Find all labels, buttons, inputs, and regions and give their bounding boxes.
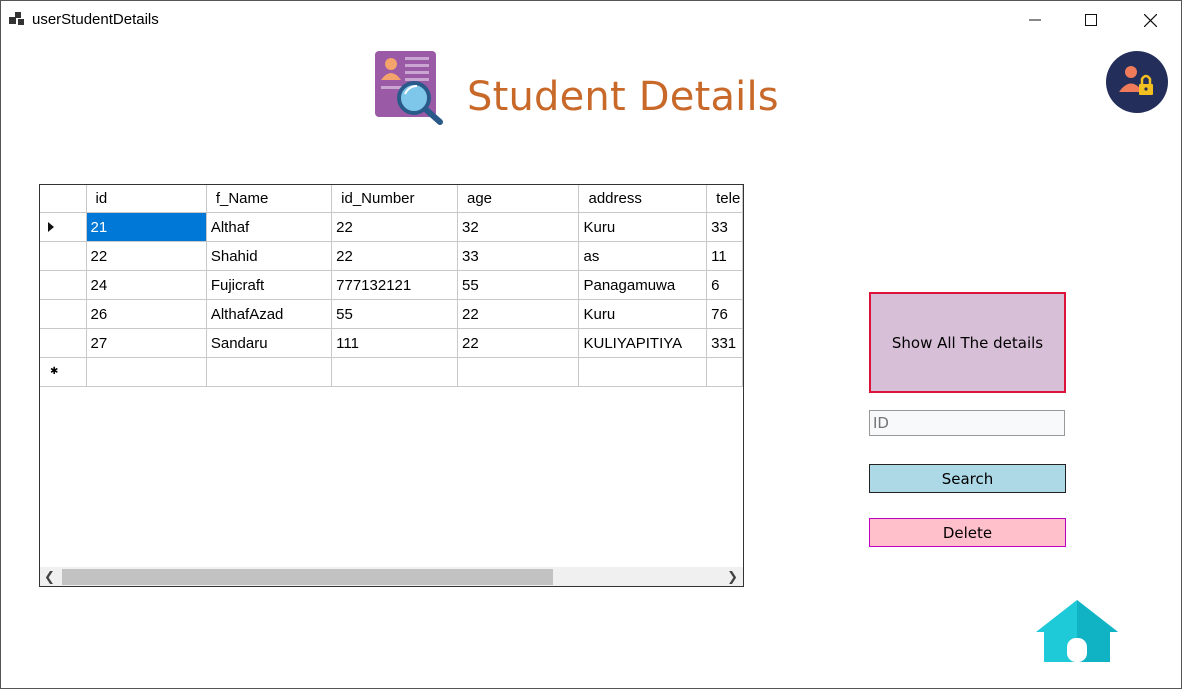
table-cell[interactable]: 33 — [706, 212, 743, 242]
table-cell[interactable]: Althaf — [206, 212, 333, 242]
id-search-input[interactable] — [869, 410, 1065, 436]
row-header[interactable]: ✱ — [40, 357, 87, 387]
row-header[interactable] — [40, 328, 87, 358]
row-header[interactable] — [40, 270, 87, 300]
grid-app-icon — [9, 12, 24, 25]
column-header-address[interactable]: address — [578, 185, 708, 213]
table-cell[interactable]: 22 — [457, 299, 580, 329]
table-cell[interactable]: Kuru — [578, 299, 708, 329]
student-data-grid[interactable]: id f_Name id_Number age address tele 21 … — [39, 184, 744, 587]
column-header-id[interactable]: id — [86, 185, 207, 213]
scroll-left-arrow-icon[interactable]: ❮ — [44, 569, 55, 585]
window-title: userStudentDetails — [32, 11, 159, 28]
new-row-cell[interactable] — [578, 357, 708, 387]
table-cell[interactable]: KULIYAPITIYA — [578, 328, 708, 358]
student-search-icon — [375, 51, 443, 125]
minimize-button[interactable] — [1006, 0, 1064, 40]
horizontal-scrollbar[interactable]: ❮ ❯ — [40, 567, 743, 586]
table-cell[interactable]: 22 — [86, 241, 207, 271]
home-icon[interactable] — [1034, 598, 1120, 664]
table-cell[interactable]: 24 — [86, 270, 207, 300]
table-cell[interactable]: Fujicraft — [206, 270, 333, 300]
table-cell[interactable]: Shahid — [206, 241, 333, 271]
table-cell[interactable]: 27 — [86, 328, 207, 358]
new-row-star-icon: ✱ — [50, 366, 59, 377]
table-cell[interactable]: 331 — [706, 328, 743, 358]
table-cell[interactable]: 55 — [331, 299, 458, 329]
table-cell[interactable]: 777132121 — [331, 270, 458, 300]
row-header[interactable] — [40, 241, 87, 271]
close-icon — [1143, 13, 1157, 27]
close-button[interactable] — [1121, 0, 1179, 40]
table-row[interactable]: 22 Shahid 22 33 as 11 — [40, 241, 743, 271]
table-cell[interactable]: as — [578, 241, 708, 271]
table-row[interactable]: 26 AlthafAzad 55 22 Kuru 76 — [40, 299, 743, 329]
table-row[interactable]: 24 Fujicraft 777132121 55 Panagamuwa 6 — [40, 270, 743, 300]
column-header-tele[interactable]: tele — [706, 185, 743, 213]
maximize-icon — [1085, 14, 1097, 26]
table-cell[interactable]: 22 — [331, 212, 458, 242]
row-header[interactable] — [40, 299, 87, 329]
title-bar: userStudentDetails — [0, 0, 1182, 40]
table-cell[interactable]: 22 — [457, 328, 580, 358]
delete-button[interactable]: Delete — [869, 518, 1066, 547]
show-all-details-button[interactable]: Show All The details — [869, 292, 1066, 393]
new-row-cell[interactable] — [706, 357, 743, 387]
scrollbar-thumb[interactable] — [62, 569, 553, 585]
scroll-right-arrow-icon[interactable]: ❯ — [727, 569, 738, 585]
table-cell[interactable]: 111 — [331, 328, 458, 358]
table-cell[interactable]: Panagamuwa — [578, 270, 708, 300]
new-row-cell[interactable] — [331, 357, 458, 387]
new-row-cell[interactable] — [86, 357, 207, 387]
table-cell[interactable]: 32 — [457, 212, 580, 242]
table-cell[interactable]: 33 — [457, 241, 580, 271]
maximize-button[interactable] — [1062, 0, 1120, 40]
table-cell[interactable]: 21 — [86, 212, 207, 242]
table-cell[interactable]: AlthafAzad — [206, 299, 333, 329]
search-button[interactable]: Search — [869, 464, 1066, 493]
table-cell[interactable]: Sandaru — [206, 328, 333, 358]
new-row-cell[interactable] — [206, 357, 333, 387]
grid-table: id f_Name id_Number age address tele 21 … — [40, 185, 743, 387]
header-row: id f_Name id_Number age address tele — [40, 185, 743, 213]
column-header-id-number[interactable]: id_Number — [331, 185, 458, 213]
minimize-icon — [1029, 19, 1041, 21]
new-row-cell[interactable] — [457, 357, 580, 387]
corner-header[interactable] — [40, 185, 87, 213]
row-header[interactable] — [40, 212, 87, 242]
user-lock-icon[interactable] — [1106, 51, 1168, 113]
table-cell[interactable]: 22 — [331, 241, 458, 271]
table-row[interactable]: 27 Sandaru 111 22 KULIYAPITIYA 331 — [40, 328, 743, 358]
table-cell[interactable]: 76 — [706, 299, 743, 329]
table-cell[interactable]: 26 — [86, 299, 207, 329]
new-row[interactable]: ✱ — [40, 357, 743, 387]
column-header-age[interactable]: age — [457, 185, 580, 213]
table-cell[interactable]: 55 — [457, 270, 580, 300]
current-row-arrow-icon — [48, 222, 54, 232]
table-row[interactable]: 21 Althaf 22 32 Kuru 33 — [40, 212, 743, 242]
table-cell[interactable]: 6 — [706, 270, 743, 300]
table-cell[interactable]: Kuru — [578, 212, 708, 242]
column-header-f-name[interactable]: f_Name — [206, 185, 333, 213]
page-title: Student Details — [467, 74, 779, 120]
table-cell[interactable]: 11 — [706, 241, 743, 271]
